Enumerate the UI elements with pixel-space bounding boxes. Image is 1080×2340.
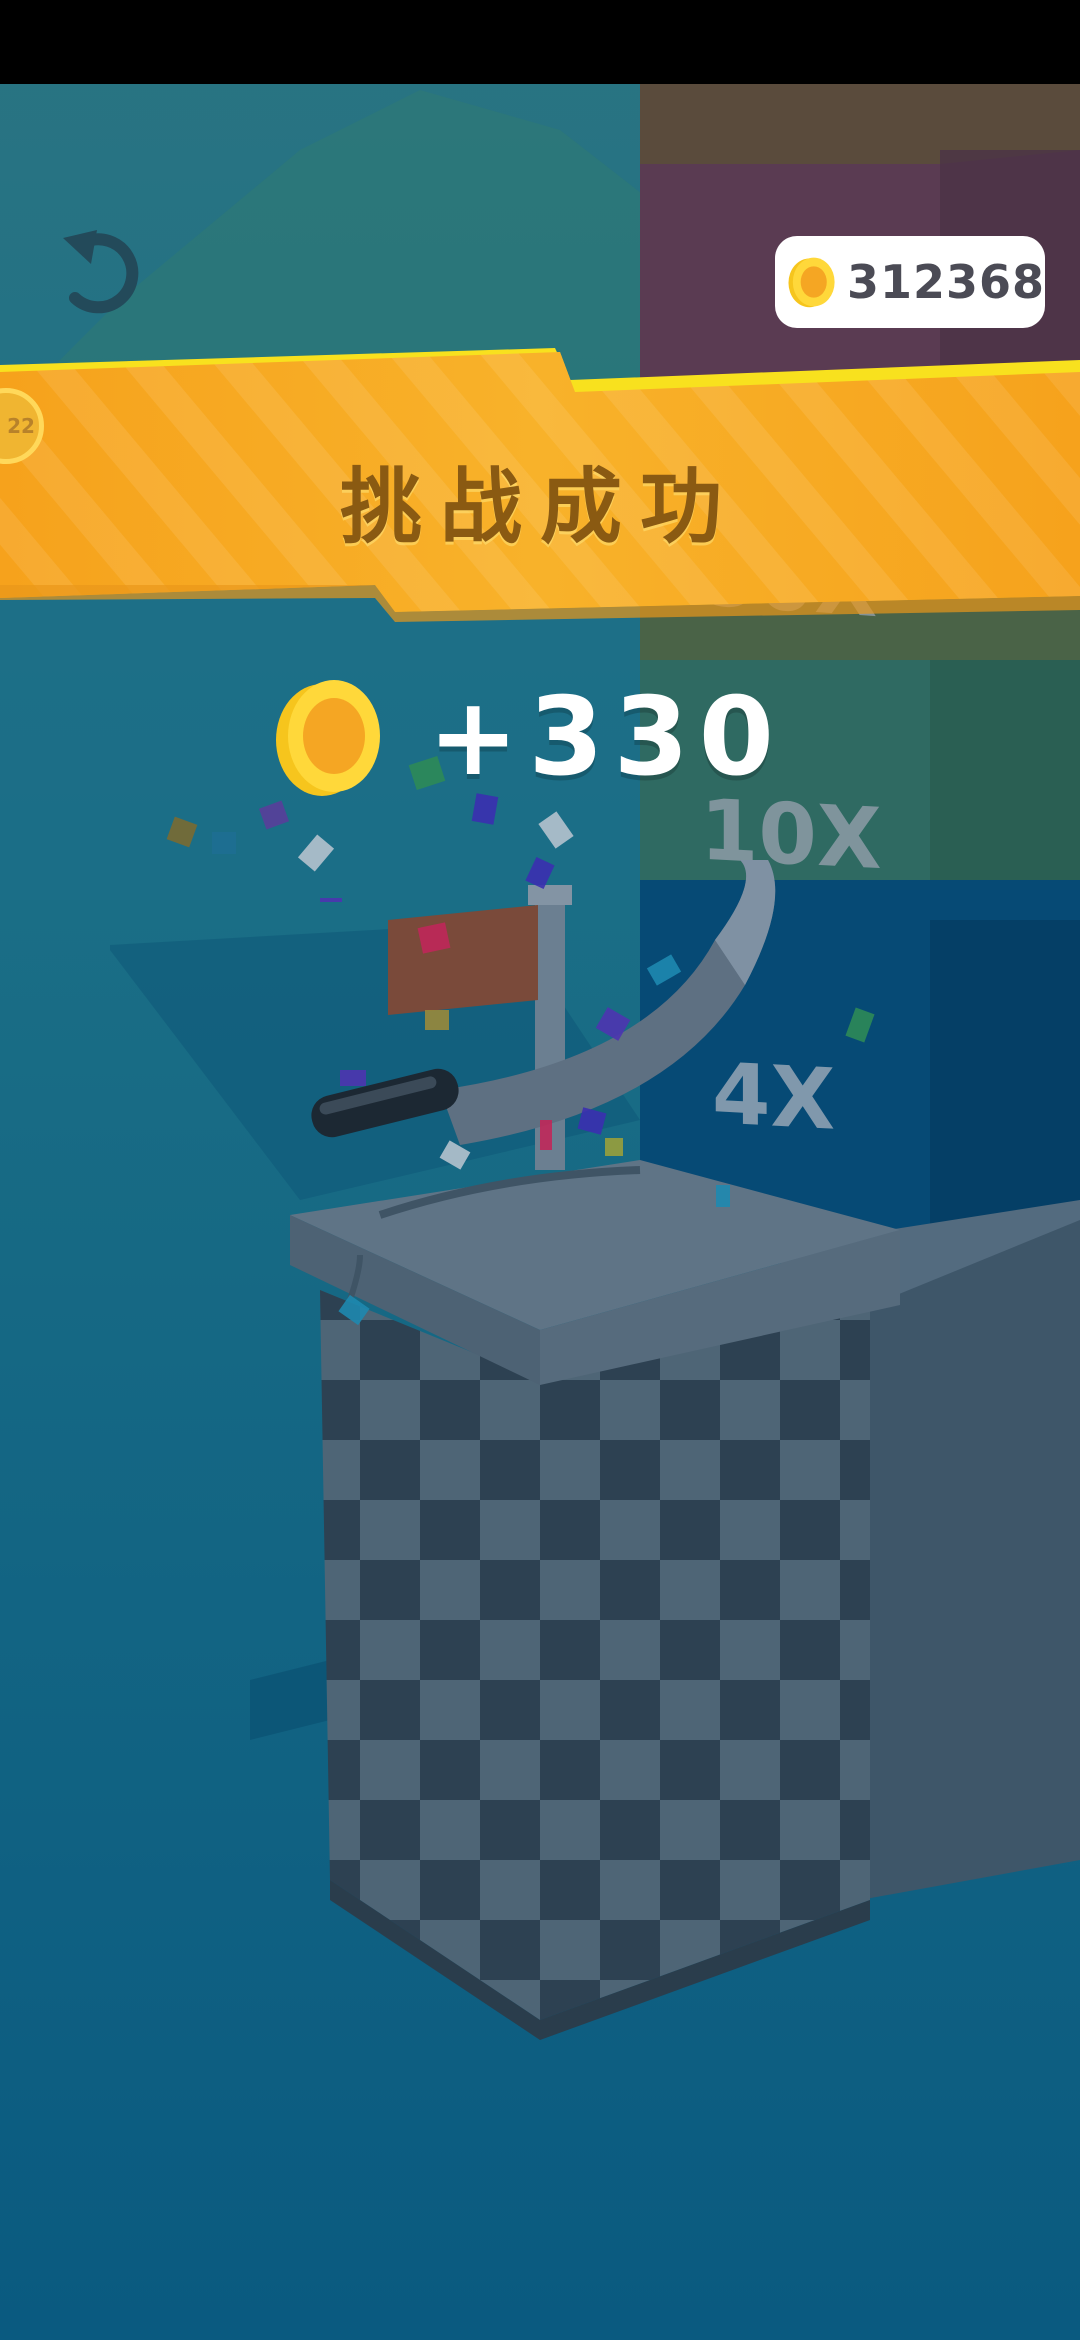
multiplier-label-4x: 4X [712, 1044, 835, 1148]
checker-block [290, 1160, 900, 2040]
undo-button[interactable] [40, 215, 160, 335]
success-title: 挑战成功 [339, 460, 740, 555]
status-bar [0, 0, 1080, 84]
level-badge-label: 22 [7, 414, 35, 438]
game-scene: 3X 50X 10X 4X [0, 0, 1080, 2340]
coin-icon [788, 257, 835, 308]
coin-icon [276, 679, 380, 796]
reward-amount: +330 [428, 675, 784, 800]
undo-arrow-icon [63, 230, 139, 314]
coin-total: 312368 [846, 255, 1045, 309]
coin-counter: 312368 [775, 236, 1045, 328]
reward-display: +330 [270, 675, 784, 800]
